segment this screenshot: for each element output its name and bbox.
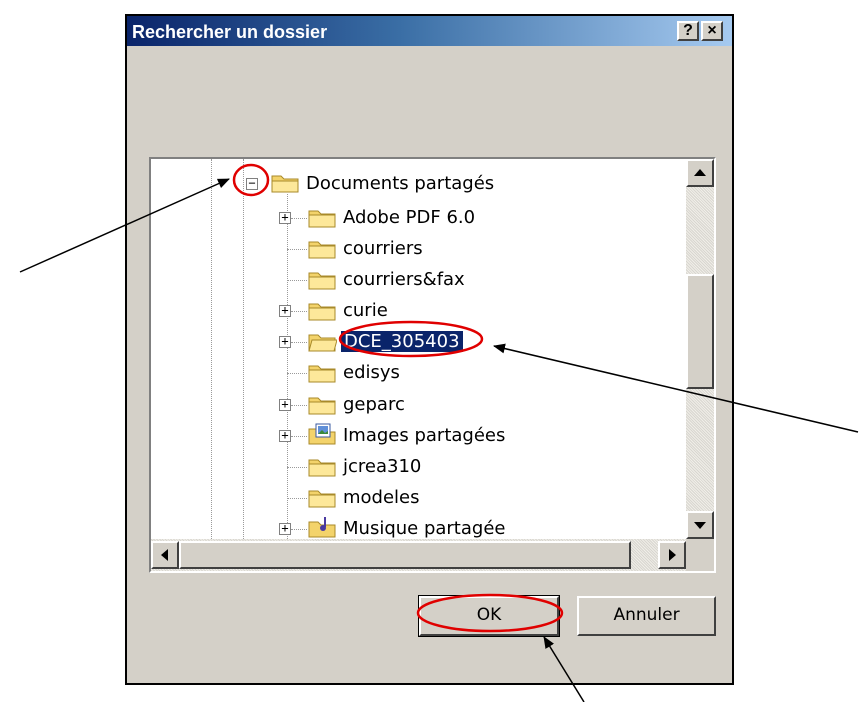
highlight-ellipse-selected-folder (338, 320, 484, 358)
highlight-circle-collapse-toggle (232, 163, 270, 197)
annotation-overlay (19, 163, 859, 702)
pointer-arrow-ok (543, 636, 585, 702)
pointer-arrow-toggle (19, 178, 230, 273)
pointer-arrow-folder (493, 343, 859, 433)
highlight-ellipse-ok-button (416, 593, 564, 633)
